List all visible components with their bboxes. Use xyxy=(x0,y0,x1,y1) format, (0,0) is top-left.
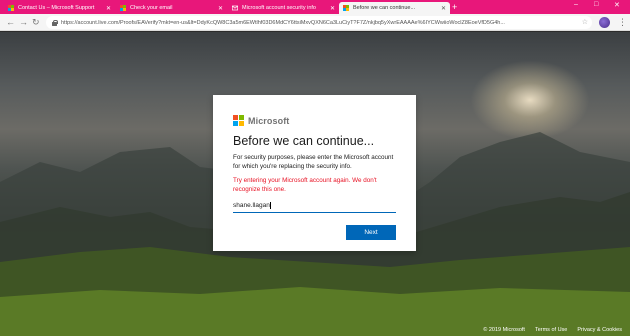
page-footer: © 2019 Microsoft Terms of Use Privacy & … xyxy=(483,327,622,333)
close-tab-icon[interactable]: ✕ xyxy=(218,5,223,12)
tab-label: Before we can continue... xyxy=(353,5,416,11)
privacy-link[interactable]: Privacy & Cookies xyxy=(577,327,622,333)
tab-label: Check your email xyxy=(130,5,173,11)
verification-card: Microsoft Before we can continue... For … xyxy=(213,95,416,251)
copyright-text: © 2019 Microsoft xyxy=(483,327,525,333)
account-input[interactable]: shane.llagan xyxy=(233,199,396,213)
microsoft-favicon-icon xyxy=(120,5,126,11)
new-tab-button[interactable]: + xyxy=(452,2,457,12)
tab-check-email[interactable]: Check your email ✕ xyxy=(116,2,227,14)
microsoft-logo-icon xyxy=(233,115,244,126)
close-tab-icon[interactable]: ✕ xyxy=(106,5,111,12)
tab-before-we-continue[interactable]: Before we can continue... ✕ xyxy=(339,2,450,14)
account-input-value: shane.llagan xyxy=(233,202,270,209)
mail-favicon-icon xyxy=(231,5,239,11)
close-tab-icon[interactable]: ✕ xyxy=(330,5,335,12)
brand-name: Microsoft xyxy=(248,115,290,126)
browser-toolbar: ← → ↻ https://account.live.com/Proofs/EA… xyxy=(0,14,630,31)
maximize-button[interactable]: □ xyxy=(594,1,598,8)
minimize-button[interactable]: – xyxy=(574,1,578,8)
brand-header: Microsoft xyxy=(233,115,396,126)
bookmark-star-icon[interactable]: ☆ xyxy=(582,18,588,26)
microsoft-favicon-icon xyxy=(343,5,349,11)
microsoft-favicon-icon xyxy=(8,5,14,11)
url-text: https://account.live.com/Proofs/EAVerify… xyxy=(61,19,505,26)
next-button[interactable]: Next xyxy=(346,225,396,240)
tab-label: Contact Us – Microsoft Support xyxy=(18,5,95,11)
text-caret xyxy=(270,202,271,209)
tab-strip: Contact Us – Microsoft Support ✕ Check y… xyxy=(0,0,630,14)
terms-link[interactable]: Terms of Use xyxy=(535,327,567,333)
menu-kebab-icon[interactable]: ⋮ xyxy=(618,17,627,27)
tab-contact-us[interactable]: Contact Us – Microsoft Support ✕ xyxy=(4,2,115,14)
close-tab-icon[interactable]: ✕ xyxy=(441,5,446,12)
forward-arrow-icon[interactable]: → xyxy=(19,17,28,27)
back-arrow-icon[interactable]: ← xyxy=(6,17,15,27)
close-window-button[interactable]: ✕ xyxy=(614,1,620,9)
lock-icon xyxy=(52,19,59,26)
tab-security-info[interactable]: Microsoft account security info ✕ xyxy=(228,2,339,14)
profile-avatar[interactable] xyxy=(599,17,610,28)
tab-label: Microsoft account security info xyxy=(242,5,316,11)
reload-icon[interactable]: ↻ xyxy=(32,17,40,27)
page-title: Before we can continue... xyxy=(233,134,375,148)
description-text: For security purposes, please enter the … xyxy=(233,154,394,170)
address-bar[interactable]: https://account.live.com/Proofs/EAVerify… xyxy=(46,16,592,29)
error-message: Try entering your Microsoft account agai… xyxy=(233,177,377,193)
